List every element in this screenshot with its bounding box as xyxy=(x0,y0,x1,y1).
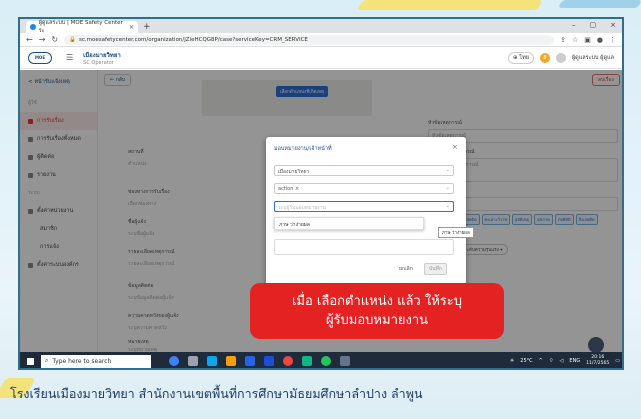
organization-value: เมืองมายวิทยา xyxy=(278,169,310,175)
chevron-down-icon: ⌄ xyxy=(445,167,450,173)
lock-icon: 🔒 xyxy=(69,36,76,43)
browser-tab[interactable]: ผู้ดูแลระบบ | MOE Safety Center ระ × xyxy=(26,20,138,34)
app-icon[interactable] xyxy=(302,356,312,366)
decor-shape xyxy=(557,0,641,8)
note-textarea[interactable] xyxy=(274,239,454,255)
slide-background: ผู้ดูแลระบบ | MOE Safety Center ระ × + –… xyxy=(0,0,641,419)
volume-icon[interactable]: ◁ xyxy=(560,358,564,364)
avatar[interactable] xyxy=(555,53,566,63)
chevron-down-icon: ⌄ xyxy=(445,185,450,191)
action-select[interactable]: action × ⌄ xyxy=(274,183,454,194)
decor-shape xyxy=(357,0,543,10)
tab-title: ผู้ดูแลระบบ | MOE Safety Center ระ xyxy=(38,20,123,34)
url-field[interactable]: 🔒 sc.moesafetycenter.com/organization/jZ… xyxy=(64,34,555,45)
line-icon[interactable] xyxy=(321,356,331,366)
language-label: ไทย xyxy=(519,55,529,61)
assignee-option[interactable]: ภาษ ว่าง่ายผล xyxy=(274,217,424,230)
folder-icon[interactable] xyxy=(226,356,236,366)
screenshot-frame: ผู้ดูแลระบบ | MOE Safety Center ระ × + –… xyxy=(18,17,624,370)
globe-icon: ⊕ xyxy=(512,55,518,61)
user-menu[interactable]: ผู้ดูแลระบบ ผู้ดูแล xyxy=(572,54,614,62)
clock-date: 11/7/2565 xyxy=(586,361,610,366)
new-tab-button[interactable]: + xyxy=(143,22,151,32)
sidepanel-icon[interactable]: ▣ xyxy=(584,36,591,44)
weather-icon: ☀ xyxy=(509,358,515,364)
address-bar-row: ← → ↻ 🔒 sc.moesafetycenter.com/organizat… xyxy=(20,33,622,47)
cortana-icon[interactable] xyxy=(169,356,179,366)
maximize-button[interactable]: ▢ xyxy=(590,21,597,29)
org-role: SC Operator xyxy=(83,59,114,66)
assignee-select[interactable]: ระบุผู้รับมอบหมายงาน ⌄ xyxy=(274,201,454,212)
forward-arrow-icon[interactable]: → xyxy=(39,35,46,44)
cancel-button[interactable]: ยกเลิก xyxy=(399,265,413,273)
header-right: ⊕ ไทย 8 ผู้ดูแลระบบ ผู้ดูแล xyxy=(507,52,614,64)
menu-icon[interactable]: ⋮ xyxy=(609,36,616,44)
search-placeholder: Type here to search xyxy=(52,357,112,365)
tooltip: ภาษ ว่าง่ายผล xyxy=(438,227,474,238)
favicon-icon xyxy=(30,24,36,30)
system-tray: ☀ 25°C ^ ⌔ ◁ ENG 20:16 11/7/2565 ▭ xyxy=(509,355,622,367)
reload-icon[interactable]: ↻ xyxy=(51,35,58,44)
clock[interactable]: 20:16 11/7/2565 xyxy=(586,355,609,367)
action-tag[interactable]: action × xyxy=(278,186,299,192)
taskbar-search[interactable]: ⌕ Type here to search xyxy=(41,354,151,368)
assignee-placeholder: ระบุผู้รับมอบหมายงาน xyxy=(278,205,326,211)
taskbar-apps xyxy=(169,356,350,366)
temperature[interactable]: 25°C xyxy=(520,358,532,364)
app-header: MOE ☰ เมืองมายวิทยา SC Operator ⊕ ไทย 8 … xyxy=(20,47,622,69)
assign-modal: มอบหมายงาน/เจ้าหน้าที่ × เมืองมายวิทยา ⌄… xyxy=(266,137,466,287)
back-arrow-icon[interactable]: ← xyxy=(26,35,33,44)
organization-select[interactable]: เมืองมายวิทยา ⌄ xyxy=(274,165,454,176)
hamburger-icon[interactable]: ☰ xyxy=(66,53,73,62)
language-select[interactable]: ⊕ ไทย xyxy=(507,52,534,64)
instruction-callout: เมื่อ เลือกตำแหน่ง แล้ว ให้ระบุ ผู้รับมอ… xyxy=(250,283,504,339)
app-icon[interactable] xyxy=(340,356,350,366)
browser-tab-bar: ผู้ดูแลระบบ | MOE Safety Center ระ × + –… xyxy=(20,19,622,34)
slide-caption: โรงเรียนเมืองมายวิทยา สำนักงานเขตพื้นที่… xyxy=(10,386,423,401)
notification-badge[interactable]: 8 xyxy=(539,53,550,63)
chevron-down-icon: ⌄ xyxy=(445,203,450,209)
save-button[interactable]: บันทึก xyxy=(424,263,447,275)
chrome-icon[interactable] xyxy=(283,356,293,366)
share-icon[interactable]: ⇪ xyxy=(560,36,566,44)
store-icon[interactable] xyxy=(245,356,255,366)
close-icon[interactable]: × xyxy=(452,143,458,151)
minimize-button[interactable]: – xyxy=(572,21,576,29)
help-fab[interactable] xyxy=(588,337,604,353)
tray-chevron-icon[interactable]: ^ xyxy=(539,358,543,364)
modal-title: มอบหมายงาน/เจ้าหน้าที่ xyxy=(274,146,332,152)
org-info: เมืองมายวิทยา SC Operator xyxy=(83,50,121,66)
tab-close-icon[interactable]: × xyxy=(129,24,134,31)
input-language[interactable]: ENG xyxy=(569,358,580,364)
mail-icon[interactable] xyxy=(264,356,274,366)
star-icon[interactable]: ☆ xyxy=(572,36,578,44)
notification-icon[interactable]: ▭ xyxy=(615,358,620,364)
task-view-icon[interactable] xyxy=(188,356,198,366)
profile-icon[interactable]: ● xyxy=(597,36,603,44)
windows-start-icon[interactable] xyxy=(27,357,34,365)
org-name: เมืองมายวิทยา xyxy=(83,51,121,59)
app-logo[interactable]: MOE xyxy=(28,51,52,64)
close-window-button[interactable]: × xyxy=(610,21,616,29)
search-icon: ⌕ xyxy=(45,357,49,364)
network-icon[interactable]: ⌔ xyxy=(549,358,554,364)
callout-line1: เมื่อ เลือกตำแหน่ง แล้ว ให้ระบุ xyxy=(291,294,462,309)
url-text: sc.moesafetycenter.com/organization/jZie… xyxy=(78,36,308,43)
callout-line2: ผู้รับมอบหมายงาน xyxy=(325,313,429,328)
edge-icon[interactable] xyxy=(207,356,217,366)
window-controls: – ▢ × xyxy=(572,21,616,29)
windows-taskbar: ⌕ Type here to search ☀ 25°C ^ ⌔ ◁ ENG 2… xyxy=(20,352,622,368)
